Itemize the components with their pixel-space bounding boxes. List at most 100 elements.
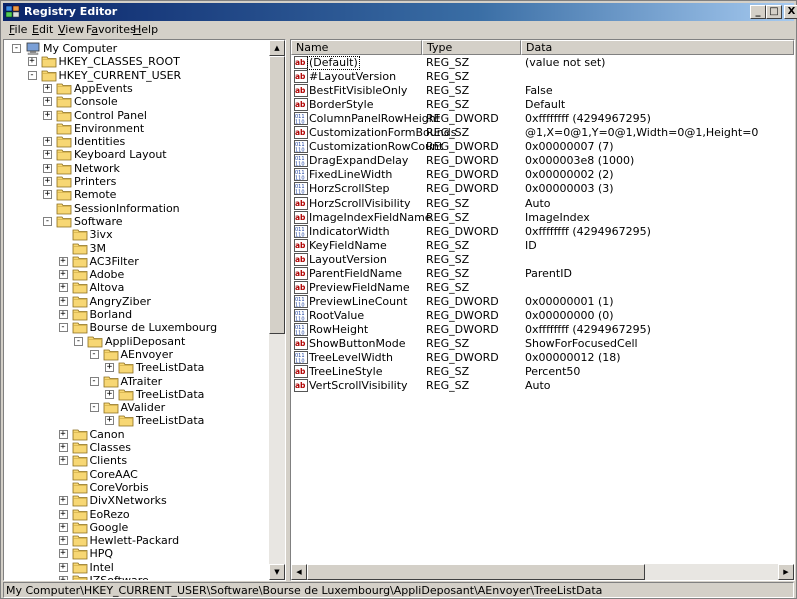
value-row[interactable]: ab (Default) REG_SZ (value not set) bbox=[291, 56, 794, 70]
expand-toggle-icon[interactable]: + bbox=[43, 83, 52, 93]
expand-toggle-icon[interactable]: + bbox=[58, 429, 68, 439]
expand-toggle-icon[interactable]: + bbox=[58, 549, 68, 559]
value-row[interactable]: 011 110 PreviewLineCount REG_DWORD 0x0000000… bbox=[291, 294, 794, 309]
tree-node[interactable]: + Identities bbox=[4, 135, 272, 148]
tree-vertical-scrollbar[interactable]: ▲ ▼ bbox=[269, 40, 285, 580]
tree-node[interactable]: + Keyboard Layout bbox=[4, 148, 272, 161]
tree-node[interactable]: - AppliDeposant bbox=[4, 335, 272, 348]
tree-node[interactable]: 3ivx bbox=[4, 228, 272, 241]
collapse-toggle-icon[interactable]: - bbox=[12, 44, 21, 53]
value-row[interactable]: ab ShowButtonMode REG_SZ ShowForFocusedCell bbox=[291, 337, 794, 351]
expand-toggle-icon[interactable]: + bbox=[58, 576, 68, 580]
menu-view[interactable]: View bbox=[58, 23, 84, 36]
tree-node[interactable]: + Printers bbox=[4, 175, 272, 188]
collapse-toggle-icon[interactable]: - bbox=[89, 403, 99, 413]
value-row[interactable]: 011 110 HorzScrollStep REG_DWORD 0x00000003 … bbox=[291, 182, 794, 196]
expand-toggle-icon[interactable]: + bbox=[58, 509, 68, 519]
expand-toggle-icon[interactable]: + bbox=[58, 536, 68, 546]
menu-file[interactable]: File bbox=[9, 23, 27, 36]
value-row[interactable]: ab HorzScrollVisibility REG_SZ Auto bbox=[291, 196, 794, 211]
expand-toggle-icon[interactable]: + bbox=[105, 416, 114, 426]
tree-node[interactable]: SessionInformation bbox=[4, 202, 272, 215]
menu-favorites[interactable]: Favorites bbox=[86, 23, 136, 36]
maximize-button[interactable]: □ bbox=[766, 5, 782, 19]
tree-scroll-up-arrow-icon[interactable]: ▲ bbox=[269, 40, 285, 56]
collapse-toggle-icon[interactable]: - bbox=[27, 70, 37, 80]
value-row[interactable]: 011 110 ColumnPanelRowHeight REG_DWORD 0xfff… bbox=[291, 112, 794, 126]
expand-toggle-icon[interactable]: + bbox=[58, 496, 68, 506]
expand-toggle-icon[interactable]: + bbox=[58, 456, 68, 466]
value-row[interactable]: ab BorderStyle REG_SZ Default bbox=[291, 98, 794, 112]
menu-help[interactable]: Help bbox=[133, 23, 158, 36]
title-bar[interactable]: Registry Editor _ □ X bbox=[3, 3, 797, 21]
tree-node[interactable]: - AValider bbox=[4, 401, 272, 414]
tree-node[interactable]: - HKEY_CURRENT_USER bbox=[4, 69, 272, 82]
tree-node[interactable]: - Software bbox=[4, 215, 272, 228]
value-row[interactable]: 011 110 CustomizationRowCount REG_DWORD 0x00… bbox=[291, 140, 794, 154]
tree-node[interactable]: + TreeListData bbox=[4, 414, 272, 427]
tree-node[interactable]: + IZSoftware bbox=[4, 574, 272, 580]
expand-toggle-icon[interactable]: + bbox=[43, 190, 52, 200]
tree-node[interactable]: + DivXNetworks bbox=[4, 494, 272, 507]
tree-node[interactable]: + Control Panel bbox=[4, 109, 272, 122]
close-button[interactable]: X bbox=[784, 5, 797, 19]
tree-node[interactable]: + Network bbox=[4, 162, 272, 175]
tree-node[interactable]: + Classes bbox=[4, 441, 272, 454]
value-row[interactable]: ab CustomizationFormBounds REG_SZ @1,X=0@1,… bbox=[291, 126, 794, 140]
tree-node[interactable]: + Remote bbox=[4, 188, 272, 201]
tree-node[interactable]: + Console bbox=[4, 95, 272, 108]
expand-toggle-icon[interactable]: + bbox=[58, 270, 68, 280]
expand-toggle-icon[interactable]: + bbox=[43, 163, 52, 173]
value-row[interactable]: ab ImageIndexFieldName REG_SZ ImageIndex bbox=[291, 210, 794, 225]
expand-toggle-icon[interactable]: + bbox=[27, 57, 37, 67]
tree-node[interactable]: + AC3Filter bbox=[4, 255, 272, 268]
tree-node[interactable]: - AEnvoyer bbox=[4, 348, 272, 361]
list-scroll-thumb[interactable] bbox=[307, 564, 645, 580]
value-row[interactable]: 011 110 FixedLineWidth REG_DWORD 0x00000002 … bbox=[291, 168, 794, 182]
expand-toggle-icon[interactable]: + bbox=[43, 150, 52, 160]
expand-toggle-icon[interactable]: + bbox=[43, 177, 52, 186]
collapse-toggle-icon[interactable]: - bbox=[58, 323, 68, 333]
tree-node[interactable]: + TreeListData bbox=[4, 388, 272, 401]
menu-edit[interactable]: Edit bbox=[32, 23, 53, 36]
column-header-name[interactable]: Name bbox=[291, 40, 422, 55]
expand-toggle-icon[interactable]: + bbox=[58, 310, 68, 319]
tree-node[interactable]: + TreeListData bbox=[4, 361, 272, 374]
tree-node[interactable]: + EoRezo bbox=[4, 508, 272, 521]
value-row[interactable]: ab PreviewFieldName REG_SZ bbox=[291, 280, 794, 295]
values-list-pane[interactable]: Name Type Data ab (Default) REG_SZ (value n… bbox=[290, 39, 795, 581]
collapse-toggle-icon[interactable]: - bbox=[43, 216, 52, 226]
tree-node[interactable]: + Borland bbox=[4, 308, 272, 321]
value-row[interactable]: ab #LayoutVersion REG_SZ bbox=[291, 70, 794, 84]
expand-toggle-icon[interactable]: + bbox=[58, 256, 68, 266]
tree-node[interactable]: - Bourse de Luxembourg bbox=[4, 321, 272, 334]
value-row[interactable]: ab ParentFieldName REG_SZ ParentID bbox=[291, 266, 794, 281]
key-tree-pane[interactable]: - My Computer + HKEY_CLASSES_ROOT - HKEY_CURR… bbox=[3, 39, 286, 581]
tree-node[interactable]: + AppEvents bbox=[4, 82, 272, 95]
expand-toggle-icon[interactable]: + bbox=[58, 562, 68, 572]
value-row[interactable]: ab TreeLineStyle REG_SZ Percent50 bbox=[291, 365, 794, 379]
tree-node[interactable]: Environment bbox=[4, 122, 272, 135]
expand-toggle-icon[interactable]: + bbox=[43, 97, 52, 107]
tree-node[interactable]: + AngryZiber bbox=[4, 295, 272, 308]
value-row[interactable]: 011 110 RowHeight REG_DWORD 0xffffffff (4294… bbox=[291, 322, 794, 337]
collapse-toggle-icon[interactable]: - bbox=[74, 336, 83, 346]
expand-toggle-icon[interactable]: + bbox=[43, 110, 52, 120]
tree-node[interactable]: + Adobe bbox=[4, 268, 272, 281]
value-row[interactable]: 011 110 RootValue REG_DWORD 0x00000000 (0) bbox=[291, 308, 794, 323]
tree-node[interactable]: + HPQ bbox=[4, 547, 272, 560]
value-row[interactable]: ab BestFitVisibleOnly REG_SZ False bbox=[291, 84, 794, 98]
expand-toggle-icon[interactable]: + bbox=[58, 522, 68, 532]
tree-node[interactable]: + Intel bbox=[4, 561, 272, 574]
value-row[interactable]: ab KeyFieldName REG_SZ ID bbox=[291, 238, 794, 253]
expand-toggle-icon[interactable]: + bbox=[58, 443, 68, 452]
tree-node[interactable]: - ATraiter bbox=[4, 375, 272, 388]
column-header-type[interactable]: Type bbox=[422, 40, 521, 55]
minimize-button[interactable]: _ bbox=[750, 5, 766, 19]
expand-toggle-icon[interactable]: + bbox=[105, 389, 114, 399]
tree-node[interactable]: + Canon bbox=[4, 428, 272, 441]
collapse-toggle-icon[interactable]: - bbox=[89, 376, 99, 386]
tree-node[interactable]: + Google bbox=[4, 521, 272, 534]
expand-toggle-icon[interactable]: + bbox=[43, 137, 52, 147]
tree-node[interactable]: CoreAAC bbox=[4, 468, 272, 481]
